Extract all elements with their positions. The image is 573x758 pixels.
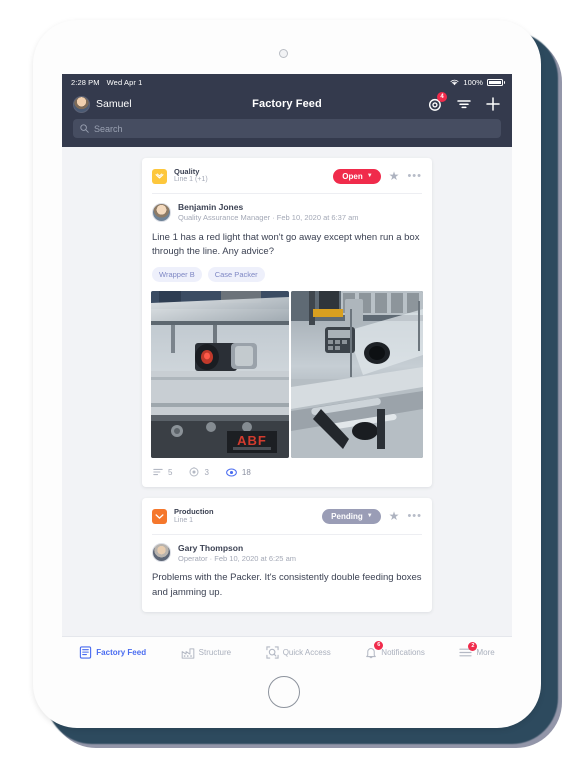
plus-icon[interactable] xyxy=(485,96,501,112)
star-icon[interactable]: ★ xyxy=(389,170,400,182)
post-images: ABF xyxy=(151,291,423,459)
feed-list[interactable]: Quality Line 1 (+1) Open ▼ ★ ••• Benjami… xyxy=(62,147,512,625)
more-options-icon[interactable]: ••• xyxy=(407,170,422,182)
chevron-down-icon: ▼ xyxy=(366,173,373,180)
tablet-screen: 2:28 PM Wed Apr 1 100% Samuel Factory Fe… xyxy=(62,74,512,668)
tab-label: Quick Access xyxy=(282,648,331,657)
tab-label: Factory Feed xyxy=(96,648,147,657)
post-author: Gary Thompson Operator · Feb 10, 2020 at… xyxy=(142,535,432,564)
star-icon[interactable]: ★ xyxy=(389,510,400,522)
status-bar-time: 2:28 PM xyxy=(71,77,100,87)
notifications-badge: 4 xyxy=(437,92,447,102)
post-header: Quality Line 1 (+1) Open ▼ ★ ••• xyxy=(142,158,432,193)
screenshot-root: 2:28 PM Wed Apr 1 100% Samuel Factory Fe… xyxy=(0,0,573,758)
status-badge[interactable]: Open ▼ xyxy=(333,168,381,184)
front-camera-icon xyxy=(279,49,288,58)
search-container: Search xyxy=(62,118,512,147)
post-author: Benjamin Jones Quality Assurance Manager… xyxy=(142,194,432,223)
scan-icon xyxy=(266,646,279,659)
status-badge-label: Pending xyxy=(331,511,363,521)
post-line: Line 1 xyxy=(174,516,194,524)
post-card[interactable]: Production Line 1 Pending ▼ ★ ••• Gary T… xyxy=(142,498,432,612)
post-category: Production xyxy=(174,507,214,517)
wifi-icon xyxy=(450,79,459,86)
app-header: Samuel Factory Feed 4 xyxy=(62,90,512,118)
comments-count: 5 xyxy=(168,467,173,477)
status-badge[interactable]: Pending ▼ xyxy=(322,508,381,524)
post-header: Production Line 1 Pending ▼ ★ ••• xyxy=(142,498,432,533)
views-stat[interactable]: 18 xyxy=(226,468,251,477)
actions-stat[interactable]: 3 xyxy=(189,467,209,477)
avatar xyxy=(152,203,171,223)
views-count: 18 xyxy=(241,467,251,477)
tab-factory-feed[interactable]: Factory Feed xyxy=(79,646,146,659)
status-badge-label: Open xyxy=(342,171,363,181)
tab-label: More xyxy=(476,648,495,657)
search-icon xyxy=(80,124,89,133)
more-options-icon[interactable]: ••• xyxy=(407,510,422,522)
comments-stat[interactable]: 5 xyxy=(153,468,172,477)
bottom-tab-bar: Factory Feed Structure Quick Access Noti… xyxy=(62,636,512,668)
comments-icon xyxy=(153,468,163,476)
search-input[interactable]: Search xyxy=(73,119,501,138)
feed-icon xyxy=(79,646,92,659)
tab-notifications[interactable]: Notifications 6 xyxy=(365,641,425,659)
quality-icon xyxy=(152,168,167,184)
tag[interactable]: Wrapper B xyxy=(152,267,202,283)
target-icon xyxy=(189,467,199,477)
battery-icon xyxy=(487,78,505,86)
tab-label: Structure xyxy=(198,648,232,657)
avatar xyxy=(73,95,90,113)
search-placeholder: Search xyxy=(94,123,123,134)
header-username: Samuel xyxy=(96,98,132,110)
eye-icon xyxy=(226,468,237,477)
tag[interactable]: Case Packer xyxy=(207,267,265,283)
post-stats: 5 3 18 xyxy=(142,458,432,487)
battery-percent-label: 100% xyxy=(463,77,483,87)
factory-icon xyxy=(181,647,195,659)
post-image[interactable] xyxy=(291,291,423,459)
author-name: Gary Thompson xyxy=(178,542,244,553)
header-user[interactable]: Samuel xyxy=(73,95,132,113)
filter-icon[interactable] xyxy=(456,96,472,112)
post-category: Quality xyxy=(174,167,200,176)
post-text: Problems with the Packer. It's consisten… xyxy=(152,572,422,598)
home-button[interactable] xyxy=(268,676,300,708)
author-meta: Quality Assurance Manager · Feb 10, 2020… xyxy=(178,213,359,223)
post-text: Line 1 has a red light that won't go awa… xyxy=(152,231,420,258)
post-tags: Wrapper B Case Packer xyxy=(142,259,432,283)
status-bar-date: Wed Apr 1 xyxy=(106,77,143,87)
avatar xyxy=(152,543,171,563)
post-line: Line 1 (+1) xyxy=(174,176,208,184)
actions-count: 3 xyxy=(204,467,209,477)
post-image[interactable]: ABF xyxy=(151,291,289,459)
tab-quick-access[interactable]: Quick Access xyxy=(266,646,331,659)
chevron-down-icon: ▼ xyxy=(366,513,373,520)
tab-label: Notifications xyxy=(381,648,425,657)
tab-structure[interactable]: Structure xyxy=(181,647,231,659)
post-card[interactable]: Quality Line 1 (+1) Open ▼ ★ ••• Benjami… xyxy=(142,158,432,488)
author-meta: Operator · Feb 10, 2020 at 6:25 am xyxy=(178,553,296,563)
production-icon xyxy=(152,508,167,524)
status-bar: 2:28 PM Wed Apr 1 100% xyxy=(62,74,512,90)
author-name: Benjamin Jones xyxy=(178,202,244,213)
activity-ring-icon[interactable]: 4 xyxy=(427,92,447,112)
tab-more[interactable]: More 2 xyxy=(459,642,495,658)
svg-text:ABF: ABF xyxy=(237,433,267,448)
